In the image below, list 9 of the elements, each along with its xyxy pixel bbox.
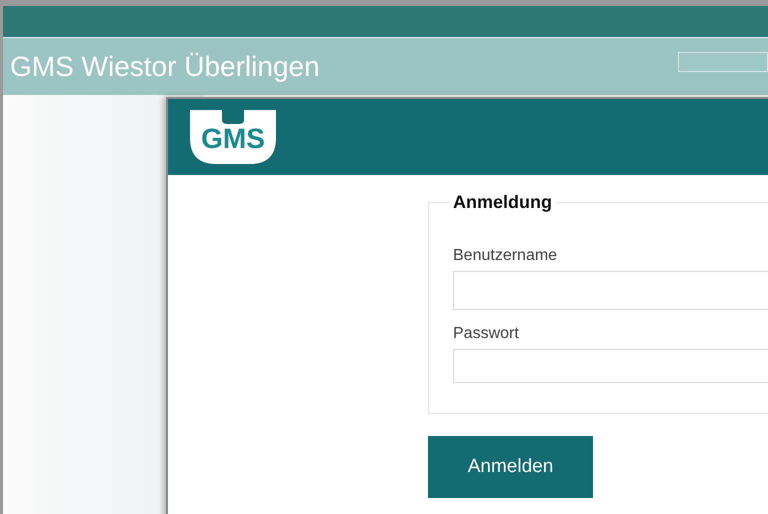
header-input-field[interactable]: [678, 52, 768, 72]
field-label: Benutzername: [453, 246, 558, 266]
input-field[interactable]: [453, 349, 768, 383]
field-label: Passwort: [453, 324, 520, 344]
login-button[interactable]: Anmelden: [428, 436, 593, 498]
app-title: GMS Wiestor Überlingen: [10, 50, 320, 84]
fieldset-legend: Anmeldung: [449, 189, 556, 216]
input-field[interactable]: [453, 271, 768, 310]
logo: GMS: [188, 108, 278, 166]
